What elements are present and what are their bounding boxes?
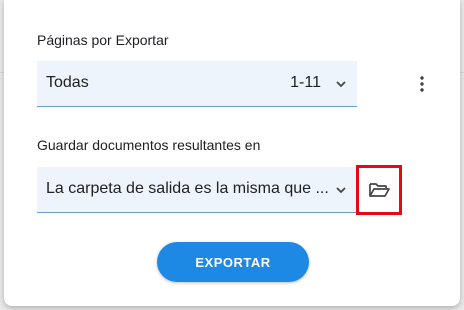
save-location-dropdown[interactable]: La carpeta de salida es la misma que ... — [37, 167, 357, 213]
more-vert-icon[interactable] — [414, 74, 430, 94]
export-dialog: Páginas por Exportar Todas 1-11 Guardar … — [4, 0, 460, 306]
pages-dropdown[interactable]: Todas 1-11 — [37, 61, 357, 107]
save-location-value: La carpeta de salida es la misma que ... — [46, 180, 329, 197]
save-location-label: Guardar documentos resultantes en — [37, 137, 261, 153]
pages-range: 1-11 — [290, 74, 321, 91]
chevron-down-icon — [336, 81, 346, 88]
pages-dropdown-value: Todas — [46, 74, 89, 91]
browse-folder-button[interactable] — [356, 165, 402, 215]
export-button[interactable]: EXPORTAR — [157, 242, 309, 282]
folder-open-icon — [369, 183, 390, 197]
pages-to-export-label: Páginas por Exportar — [37, 32, 169, 48]
chevron-down-icon — [336, 187, 346, 194]
